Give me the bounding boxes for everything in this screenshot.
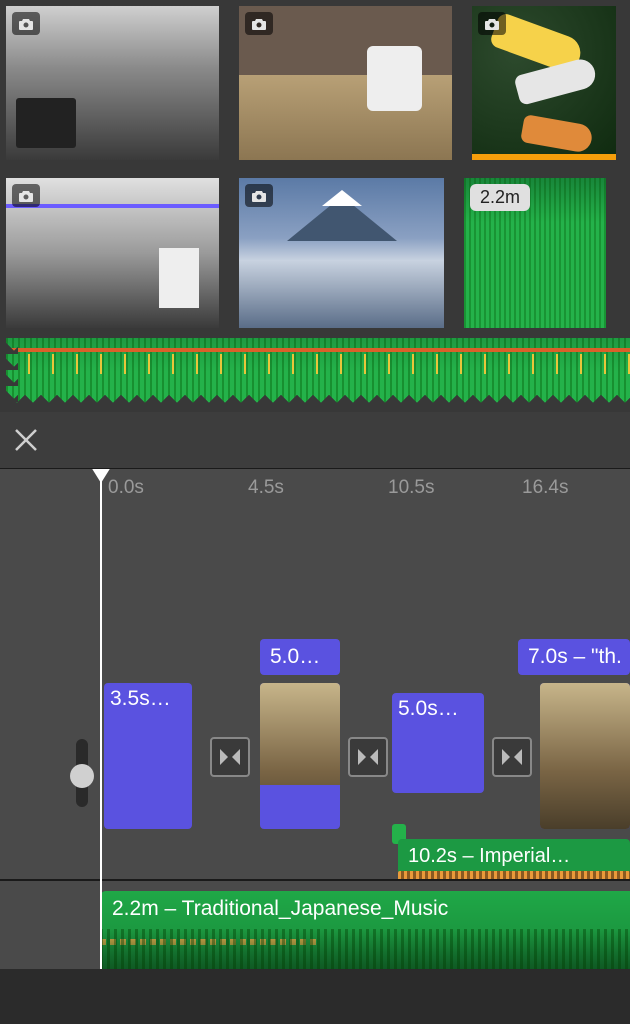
timeline[interactable]: 0.0s 4.5s 10.5s 16.4s 5.0… 7.0s – "th. 3…: [0, 469, 630, 969]
video-clip-label: 5.0s…: [398, 697, 459, 721]
playhead-marker-icon[interactable]: [91, 469, 111, 483]
audio-clip[interactable]: 10.2s – Imperial…: [398, 839, 630, 874]
media-thumb-3[interactable]: [472, 6, 616, 160]
media-row-1: [6, 6, 624, 160]
media-thumb-1[interactable]: [6, 6, 219, 160]
ruler-tick: 10.5s: [388, 477, 434, 499]
transition-icon[interactable]: [210, 737, 250, 777]
transition-icon[interactable]: [492, 737, 532, 777]
camera-icon: [245, 184, 273, 207]
audio-clip-label: 10.2s – Imperial…: [408, 845, 570, 867]
title-clip[interactable]: 5.0…: [260, 639, 340, 675]
close-row: [0, 412, 630, 468]
close-button[interactable]: [8, 422, 44, 458]
media-thumb-4[interactable]: [6, 178, 219, 328]
media-browser: 2.2m: [0, 0, 630, 412]
music-clip-label: 2.2m – Traditional_Japanese_Music: [112, 897, 448, 921]
title-clip[interactable]: 7.0s – "th.: [518, 639, 630, 675]
ruler-tick: 4.5s: [248, 477, 284, 499]
ruler-tick: 0.0s: [108, 477, 144, 499]
media-thumb-5[interactable]: [239, 178, 444, 328]
media-thumb-2[interactable]: [239, 6, 452, 160]
video-clip[interactable]: [260, 683, 340, 829]
audio-strip[interactable]: [6, 338, 630, 406]
ruler-tick: 16.4s: [522, 477, 568, 499]
music-track: 2.2m – Traditional_Japanese_Music: [0, 879, 630, 969]
camera-icon: [12, 12, 40, 35]
camera-icon: [478, 12, 506, 35]
camera-icon: [245, 12, 273, 35]
media-row-2: 2.2m: [6, 178, 624, 328]
video-clip[interactable]: 3.5s…: [104, 683, 192, 829]
clips-area: 5.0… 7.0s – "th. 3.5s… 5.0s… 10.2s – Imp…: [0, 639, 630, 919]
video-clip-label: 3.5s…: [110, 687, 171, 711]
transition-icon[interactable]: [348, 737, 388, 777]
video-clip[interactable]: [540, 683, 630, 829]
camera-icon: [12, 184, 40, 207]
zoom-knob[interactable]: [70, 764, 94, 788]
music-clip[interactable]: 2.2m – Traditional_Japanese_Music: [100, 891, 630, 969]
video-clip[interactable]: 5.0s…: [392, 693, 484, 793]
title-clip-label: 5.0…: [270, 645, 320, 668]
audio-thumb-duration: 2.2m: [470, 184, 530, 211]
title-clip-label: 7.0s – "th.: [528, 645, 622, 668]
playhead[interactable]: [100, 469, 102, 969]
audio-thumb[interactable]: 2.2m: [464, 178, 606, 328]
